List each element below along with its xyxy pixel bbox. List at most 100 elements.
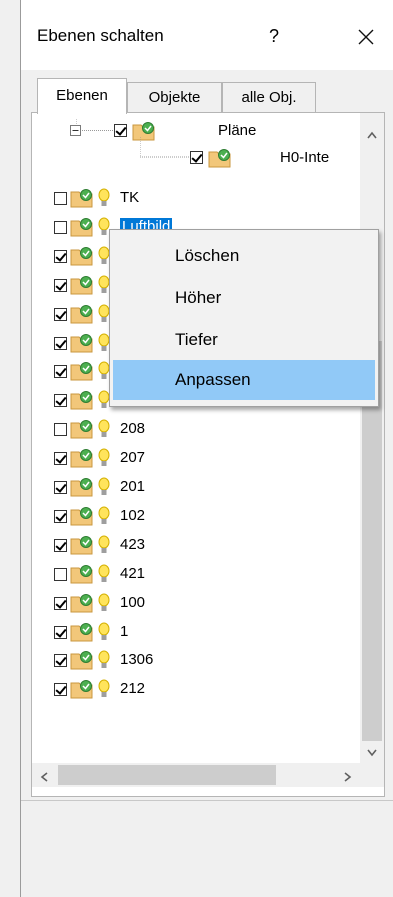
layer-folder-icon	[70, 275, 93, 295]
layer-row[interactable]: 201	[32, 474, 358, 502]
layer-checkbox[interactable]	[54, 307, 67, 321]
tree-line	[140, 137, 190, 158]
layer-tree[interactable]: Pläne H0-Inte TKLuftbild1502082072011024…	[32, 113, 358, 763]
layer-label: 207	[120, 449, 146, 467]
lightbulb-icon[interactable]	[98, 593, 110, 613]
layer-folder-icon	[208, 149, 231, 168]
lightbulb-icon[interactable]	[98, 477, 110, 497]
layer-dialog: Ebenen schalten ? Ebenen Objekte alle Ob…	[20, 0, 393, 897]
layer-checkbox[interactable]	[54, 423, 67, 437]
window-title: Ebenen schalten	[37, 26, 164, 45]
layer-checkbox[interactable]	[54, 452, 67, 466]
tab-ebenen[interactable]: Ebenen	[37, 78, 127, 114]
layer-folder-icon	[70, 593, 93, 613]
lightbulb-icon[interactable]	[98, 622, 110, 642]
layer-checkbox[interactable]	[54, 567, 67, 581]
layer-row[interactable]: 207	[32, 445, 358, 473]
scroll-up-icon[interactable]	[367, 127, 377, 142]
tree-child-row[interactable]: H0-Inte	[32, 137, 358, 173]
layer-label: 423	[120, 535, 146, 553]
layer-checkbox[interactable]	[54, 596, 67, 610]
close-button[interactable]	[349, 20, 383, 54]
layer-panel: Pläne H0-Inte TKLuftbild1502082072011024…	[31, 112, 385, 797]
group-checkbox[interactable]	[114, 124, 127, 137]
group-label: Pläne	[218, 122, 257, 139]
layer-row[interactable]: 102	[32, 503, 358, 531]
layer-label: 212	[120, 680, 146, 698]
layer-checkbox[interactable]	[54, 625, 67, 639]
layer-folder-icon	[70, 189, 93, 208]
layer-checkbox[interactable]	[54, 336, 67, 350]
layer-label: 102	[120, 506, 146, 524]
lightbulb-icon[interactable]	[98, 679, 110, 699]
horizontal-scroll-thumb[interactable]	[58, 765, 276, 785]
layer-folder-icon	[70, 391, 93, 410]
tree-line	[76, 119, 116, 131]
layer-folder-icon	[70, 333, 93, 352]
layer-checkbox[interactable]	[54, 654, 67, 668]
layer-checkbox[interactable]	[54, 220, 67, 234]
lightbulb-icon[interactable]	[98, 448, 110, 468]
layer-checkbox[interactable]	[54, 683, 67, 697]
horizontal-scrollbar[interactable]	[32, 763, 384, 787]
tree-group-row[interactable]: Pläne	[32, 119, 358, 147]
lightbulb-icon[interactable]	[98, 564, 110, 584]
layer-row[interactable]: 208	[32, 416, 358, 444]
layer-checkbox[interactable]	[54, 278, 67, 292]
vertical-scrollbar[interactable]	[360, 113, 384, 763]
layer-row[interactable]: 1306	[32, 647, 358, 675]
layer-label: 208	[120, 420, 146, 438]
layer-label: 1306	[120, 651, 154, 669]
layer-row[interactable]: 421	[32, 561, 358, 589]
layer-folder-icon	[70, 304, 93, 324]
layer-folder-icon	[70, 478, 93, 497]
layer-checkbox[interactable]	[54, 192, 67, 205]
layer-row[interactable]: 100	[32, 590, 358, 618]
layer-row[interactable]: 212	[32, 676, 358, 704]
tab-alle-obj[interactable]: alle Obj.	[222, 82, 316, 112]
scroll-left-icon[interactable]	[40, 770, 48, 785]
layer-folder-icon	[70, 449, 93, 468]
layer-folder-icon	[70, 420, 93, 439]
layer-folder-icon	[70, 622, 93, 641]
lightbulb-icon[interactable]	[98, 188, 110, 208]
layer-folder-icon	[70, 217, 93, 237]
menu-item-anpassen[interactable]: Anpassen	[113, 360, 375, 400]
scroll-down-icon[interactable]	[367, 745, 377, 760]
child-label: H0-Inte	[280, 149, 330, 166]
layer-checkbox[interactable]	[54, 249, 67, 263]
layer-row[interactable]: TK	[32, 185, 358, 213]
layer-label: 421	[120, 564, 146, 582]
layer-folder-icon	[70, 535, 93, 555]
layer-checkbox[interactable]	[54, 538, 67, 552]
layer-folder-icon	[70, 506, 93, 526]
layer-row[interactable]: 423	[32, 532, 358, 560]
layer-label: 100	[120, 593, 146, 611]
scroll-right-icon[interactable]	[344, 770, 352, 785]
layer-label: 201	[120, 478, 146, 495]
layer-label: 1	[120, 622, 129, 640]
layer-folder-icon	[70, 680, 93, 699]
lightbulb-icon[interactable]	[98, 506, 110, 526]
lightbulb-icon[interactable]	[98, 650, 110, 670]
menu-item-hoeher[interactable]: Höher	[113, 278, 375, 318]
context-menu: Löschen Höher Tiefer Anpassen	[109, 229, 379, 407]
layer-label: TK	[120, 189, 140, 206]
layer-checkbox[interactable]	[54, 481, 67, 494]
layer-folder-icon	[70, 246, 93, 266]
lightbulb-icon[interactable]	[98, 535, 110, 555]
layer-folder-icon	[70, 564, 93, 584]
layer-checkbox[interactable]	[54, 365, 67, 379]
menu-item-loeschen[interactable]: Löschen	[113, 236, 375, 276]
child-checkbox[interactable]	[190, 151, 203, 164]
layer-row[interactable]: 1	[32, 619, 358, 647]
layer-checkbox[interactable]	[54, 509, 67, 523]
title-bar: Ebenen schalten ?	[21, 0, 393, 70]
menu-item-tiefer[interactable]: Tiefer	[113, 320, 375, 360]
lightbulb-icon[interactable]	[98, 419, 110, 439]
help-button[interactable]: ?	[259, 26, 289, 47]
tab-objekte[interactable]: Objekte	[127, 82, 222, 112]
layer-folder-icon	[70, 651, 93, 670]
layer-folder-icon	[70, 362, 93, 381]
layer-checkbox[interactable]	[54, 394, 67, 408]
